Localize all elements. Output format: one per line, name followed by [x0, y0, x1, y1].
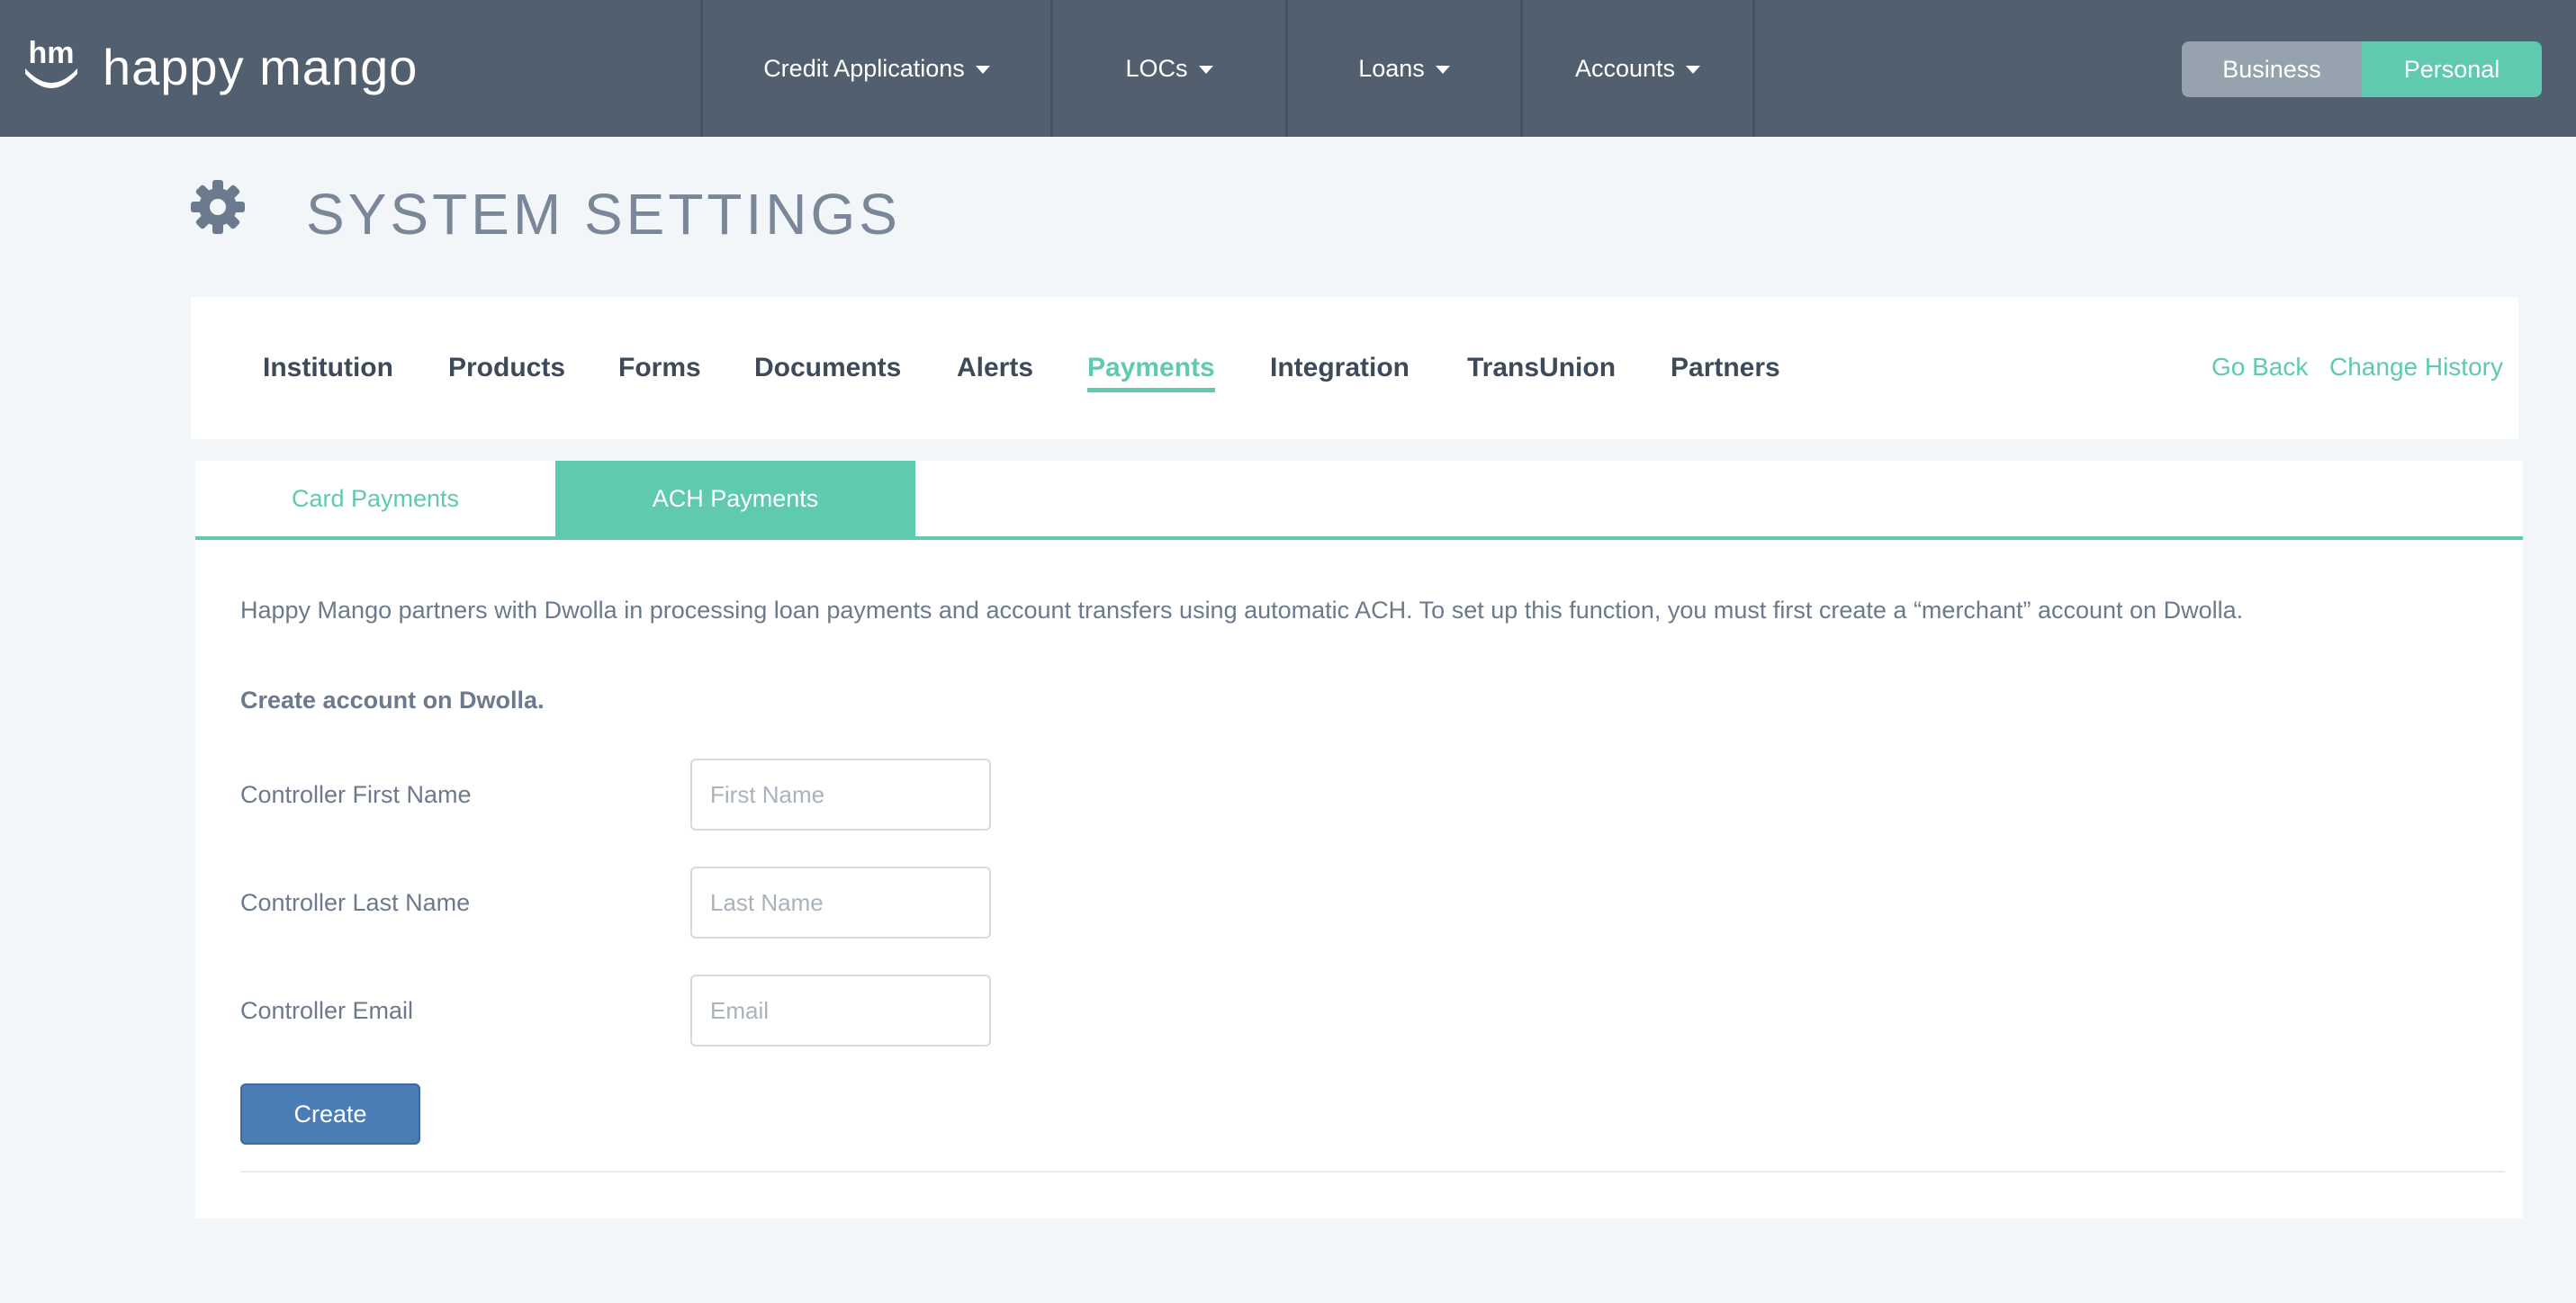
payment-subtabs: Card Payments ACH Payments	[195, 461, 2523, 540]
tab-forms[interactable]: Forms	[618, 351, 701, 385]
main-nav: Credit Applications LOCs Loans Accounts	[700, 0, 1755, 137]
personal-toggle-button[interactable]: Personal	[2362, 41, 2542, 97]
ach-intro-text: Happy Mango partners with Dwolla in proc…	[240, 597, 2244, 624]
tab-products[interactable]: Products	[448, 351, 565, 385]
chevron-down-icon	[975, 65, 990, 74]
nav-loans[interactable]: Loans	[1285, 0, 1520, 137]
page-title: SYSTEM SETTINGS	[306, 182, 901, 247]
top-bar: hm happy mango Credit Applications LOCs …	[0, 0, 2576, 137]
nav-locs[interactable]: LOCs	[1050, 0, 1285, 137]
chevron-down-icon	[1435, 65, 1450, 74]
controller-first-name-input[interactable]	[690, 759, 991, 831]
chevron-down-icon	[1198, 65, 1213, 74]
nav-loans-label: Loans	[1358, 54, 1425, 82]
create-account-heading: Create account on Dwolla.	[240, 687, 545, 714]
tab-documents[interactable]: Documents	[754, 351, 901, 385]
controller-last-name-input[interactable]	[690, 867, 991, 939]
chevron-down-icon	[1686, 65, 1701, 74]
tab-partners[interactable]: Partners	[1671, 351, 1780, 385]
nav-accounts-label: Accounts	[1574, 54, 1676, 82]
create-button[interactable]: Create	[240, 1083, 420, 1145]
controller-last-name-label: Controller Last Name	[240, 889, 471, 916]
tab-alerts[interactable]: Alerts	[957, 351, 1033, 385]
change-history-link[interactable]: Change History	[2329, 351, 2503, 383]
happy-mango-logo-icon: hm	[25, 38, 77, 88]
controller-first-name-label: Controller First Name	[240, 781, 472, 808]
mode-toggle: Business Personal	[2182, 41, 2542, 97]
nav-credit-applications[interactable]: Credit Applications	[700, 0, 1050, 137]
tab-integration[interactable]: Integration	[1270, 351, 1410, 385]
business-toggle-button[interactable]: Business	[2182, 41, 2362, 97]
tab-ach-payments[interactable]: ACH Payments	[555, 461, 915, 536]
controller-email-input[interactable]	[690, 975, 991, 1047]
tab-institution[interactable]: Institution	[263, 351, 393, 385]
tab-payments[interactable]: Payments	[1087, 351, 1215, 392]
settings-tabs-card: Institution Products Forms Documents Ale…	[191, 297, 2518, 439]
panel-divider	[240, 1171, 2505, 1173]
go-back-link[interactable]: Go Back	[2211, 351, 2308, 383]
brand-name: happy mango	[103, 39, 419, 95]
payments-panel: Card Payments ACH Payments Happy Mango p…	[195, 461, 2523, 1218]
nav-accounts[interactable]: Accounts	[1520, 0, 1755, 137]
brand-logo[interactable]: hm happy mango	[23, 38, 418, 97]
nav-locs-label: LOCs	[1125, 54, 1188, 82]
gear-icon	[191, 180, 245, 234]
controller-email-label: Controller Email	[240, 997, 414, 1024]
tab-transunion[interactable]: TransUnion	[1467, 351, 1616, 385]
logo-mark-text: hm	[29, 38, 75, 70]
tab-card-payments[interactable]: Card Payments	[195, 461, 555, 536]
nav-credit-applications-label: Credit Applications	[763, 54, 965, 82]
